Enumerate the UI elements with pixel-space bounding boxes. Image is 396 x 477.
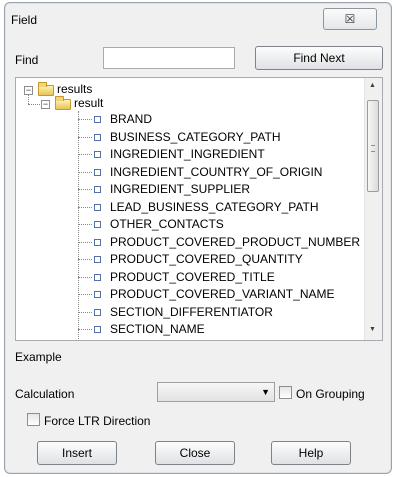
field-dialog: Field ☒ Find Find Next − results − resul… bbox=[4, 2, 392, 474]
tree-field-item[interactable]: BUSINESS_CATEGORY_PATH bbox=[110, 130, 281, 144]
tree-field-item[interactable]: SECTION_NAME bbox=[110, 322, 205, 336]
field-icon bbox=[94, 151, 101, 158]
tree-field-item[interactable]: INGREDIENT_SUPPLIER bbox=[110, 182, 250, 196]
tree-field-item[interactable]: PRODUCT_COVERED_PRODUCT_NUMBER bbox=[110, 235, 360, 249]
grip-icon bbox=[371, 145, 375, 152]
close-window-button[interactable]: ☒ bbox=[323, 8, 377, 30]
folder-icon bbox=[55, 96, 71, 110]
tree-connector bbox=[78, 119, 92, 120]
field-icon bbox=[94, 169, 101, 176]
field-icon bbox=[94, 291, 101, 298]
tree-connector bbox=[78, 312, 92, 313]
tree-field-item[interactable]: LEAD_BUSINESS_CATEGORY_PATH bbox=[110, 200, 319, 214]
tree-field-item[interactable]: PRODUCT_COVERED_TITLE bbox=[110, 270, 275, 284]
tree-connector bbox=[78, 329, 92, 330]
find-input[interactable] bbox=[103, 47, 235, 69]
example-label: Example bbox=[15, 350, 62, 364]
scroll-up-icon[interactable]: ▲ bbox=[369, 82, 376, 89]
field-icon bbox=[94, 256, 101, 263]
force-ltr-label: Force LTR Direction bbox=[44, 414, 151, 428]
scroll-down-icon[interactable]: ▼ bbox=[369, 326, 376, 333]
field-icon bbox=[94, 326, 101, 333]
folder-icon bbox=[38, 82, 54, 96]
tree-field-item[interactable]: SECTION_DIFFERENTIATOR bbox=[110, 305, 273, 319]
field-icon bbox=[94, 204, 101, 211]
tree-connector bbox=[78, 242, 92, 243]
tree-connector bbox=[28, 95, 29, 104]
close-button[interactable]: Close bbox=[155, 441, 235, 465]
help-button[interactable]: Help bbox=[271, 441, 351, 465]
collapse-results-icon[interactable]: − bbox=[24, 86, 33, 95]
scroll-thumb[interactable] bbox=[367, 100, 379, 192]
field-icon bbox=[94, 221, 101, 228]
field-icon bbox=[94, 309, 101, 316]
on-grouping-checkbox[interactable] bbox=[279, 386, 292, 399]
tree-connector bbox=[78, 277, 92, 278]
tree-connector bbox=[78, 172, 92, 173]
calculation-select[interactable]: ▼ bbox=[157, 382, 275, 402]
find-next-button[interactable]: Find Next bbox=[255, 46, 383, 70]
find-label: Find bbox=[15, 53, 39, 67]
tree-field-item[interactable]: OTHER_CONTACTS bbox=[110, 217, 224, 231]
tree-scrollbar[interactable]: ▲ ▼ bbox=[364, 78, 382, 340]
tree-connector bbox=[28, 104, 40, 105]
tree-field-item[interactable]: PRODUCT_COVERED_VARIANT_NAME bbox=[110, 287, 334, 301]
field-icon bbox=[94, 274, 101, 281]
tree-connector bbox=[78, 189, 92, 190]
tree-field-item[interactable]: INGREDIENT_COUNTRY_OF_ORIGIN bbox=[110, 165, 322, 179]
field-icon bbox=[94, 116, 101, 123]
tree-connector bbox=[78, 294, 92, 295]
tree-field-item[interactable]: BRAND bbox=[110, 112, 152, 126]
chevron-down-icon[interactable]: ▼ bbox=[261, 387, 270, 397]
tree-field-item[interactable]: INGREDIENT_INGREDIENT bbox=[110, 147, 265, 161]
field-icon bbox=[94, 239, 101, 246]
tree-connector bbox=[78, 207, 92, 208]
tree-field-item[interactable]: PRODUCT_COVERED_QUANTITY bbox=[110, 252, 303, 266]
field-tree[interactable]: − results − result BRAND BUSINESS_CATEGOR… bbox=[15, 77, 383, 341]
on-grouping-label: On Grouping bbox=[296, 387, 365, 401]
tree-connector bbox=[78, 224, 92, 225]
tree-connector bbox=[78, 137, 92, 138]
calculation-label: Calculation bbox=[15, 387, 75, 401]
field-icon bbox=[94, 186, 101, 193]
tree-connector bbox=[78, 154, 92, 155]
close-icon: ☒ bbox=[344, 12, 356, 26]
tree-connector bbox=[78, 259, 92, 260]
dialog-title: Field bbox=[11, 13, 38, 27]
insert-button[interactable]: Insert bbox=[37, 441, 117, 465]
field-icon bbox=[94, 134, 101, 141]
collapse-result-icon[interactable]: − bbox=[41, 100, 50, 109]
tree-node-result[interactable]: result bbox=[74, 95, 103, 111]
force-ltr-checkbox[interactable] bbox=[27, 413, 40, 426]
tree-connector bbox=[78, 111, 79, 340]
